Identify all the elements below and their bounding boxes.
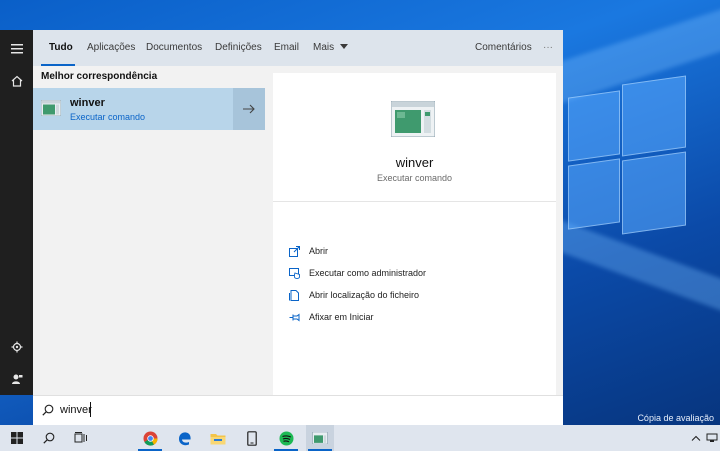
tab-email[interactable]: Email <box>274 30 299 66</box>
action-open-file-location-label: Abrir localização do ficheiro <box>309 290 420 300</box>
task-view-button[interactable] <box>68 425 94 451</box>
action-open[interactable]: Abrir <box>289 243 328 259</box>
file-location-icon <box>289 289 299 301</box>
file-explorer-taskbar-button[interactable] <box>204 425 232 451</box>
phone-icon <box>247 430 257 446</box>
winver-app-icon <box>312 432 328 444</box>
chrome-taskbar-button[interactable] <box>136 425 164 451</box>
best-match-result[interactable]: winver Executar comando <box>33 88 265 130</box>
windows-logo-wallpaper <box>560 70 720 250</box>
caret-down-icon <box>339 44 348 49</box>
spotify-taskbar-button[interactable] <box>272 425 300 451</box>
task-view-icon <box>74 432 87 443</box>
hamburger-menu-button[interactable] <box>0 34 33 64</box>
tab-more[interactable]: Mais <box>313 30 348 66</box>
action-pin-to-start[interactable]: Afixar em Iniciar <box>289 309 374 325</box>
chrome-icon <box>143 431 158 446</box>
detail-subtitle: Executar comando <box>376 173 453 183</box>
winver-taskbar-button[interactable] <box>306 425 334 451</box>
tab-apps[interactable]: Aplicações <box>87 30 135 66</box>
search-filter-tabs: Tudo Aplicações Documentos Definições Em… <box>33 30 563 66</box>
taskbar <box>0 425 720 451</box>
detail-title: winver <box>395 155 434 170</box>
tab-settings[interactable]: Definições <box>215 30 262 66</box>
edge-icon <box>178 431 191 445</box>
evaluation-watermark: Cópia de avaliação <box>637 413 714 423</box>
best-match-heading: Melhor correspondência <box>41 71 158 82</box>
start-left-rail <box>0 30 33 395</box>
network-tray-button[interactable] <box>704 425 720 451</box>
spotify-icon <box>279 431 293 445</box>
best-match-title: winver <box>70 97 105 109</box>
feedback-link[interactable]: Comentários <box>475 30 532 66</box>
gear-icon <box>11 341 22 353</box>
windows-start-icon <box>11 432 23 444</box>
search-panel: Tudo Aplicações Documentos Definições Em… <box>33 30 563 395</box>
action-run-as-admin-label: Executar como administrador <box>309 268 427 278</box>
show-hidden-icons-button[interactable] <box>688 425 704 451</box>
arrow-right-icon <box>243 104 255 114</box>
active-tab-indicator <box>41 64 75 66</box>
action-pin-to-start-label: Afixar em Iniciar <box>309 312 374 322</box>
pin-icon <box>289 313 300 321</box>
network-icon <box>706 433 718 442</box>
folder-icon <box>210 433 226 444</box>
search-input[interactable]: winver <box>60 404 92 416</box>
tab-documents[interactable]: Documentos <box>146 30 202 66</box>
search-icon <box>43 432 55 444</box>
run-as-admin-icon <box>289 267 300 279</box>
search-box[interactable]: winver <box>33 395 563 426</box>
action-open-label: Abrir <box>309 246 329 256</box>
search-icon <box>42 404 54 416</box>
action-run-as-admin[interactable]: Executar como administrador <box>289 265 426 281</box>
open-icon <box>289 245 300 257</box>
action-open-file-location[interactable]: Abrir localização do ficheiro <box>289 287 419 303</box>
settings-button[interactable] <box>0 332 33 362</box>
text-caret <box>90 402 91 417</box>
chevron-up-icon <box>691 435 701 441</box>
best-match-subtitle: Executar comando <box>70 112 146 122</box>
tab-all[interactable]: Tudo <box>49 30 73 66</box>
expand-result-button[interactable] <box>233 88 265 130</box>
winver-large-icon <box>391 101 435 137</box>
home-button[interactable] <box>0 66 33 96</box>
more-options-button[interactable]: ··· <box>543 30 553 66</box>
user-account-button[interactable] <box>0 364 33 394</box>
winver-app-icon <box>41 100 61 116</box>
taskbar-search-button[interactable] <box>36 425 62 451</box>
hamburger-icon <box>10 44 23 54</box>
edge-taskbar-button[interactable] <box>170 425 198 451</box>
user-feedback-icon <box>11 374 22 384</box>
phone-taskbar-button[interactable] <box>238 425 266 451</box>
home-icon <box>11 75 22 87</box>
result-detail-pane: winver Executar comando Abrir Executar c… <box>273 73 556 395</box>
detail-divider <box>273 201 556 202</box>
start-button[interactable] <box>4 425 30 451</box>
tab-more-label: Mais <box>313 42 335 53</box>
